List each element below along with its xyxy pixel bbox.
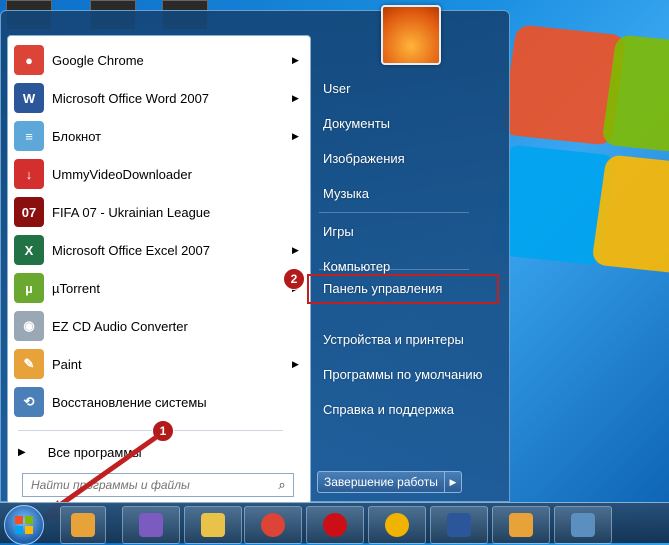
taskbar-media-player[interactable] <box>60 506 106 544</box>
taskbar-explorer[interactable] <box>184 506 242 544</box>
taskbar-chrome[interactable] <box>244 506 302 544</box>
taskbar-opera[interactable] <box>306 506 364 544</box>
taskbar-paint[interactable] <box>492 506 550 544</box>
taskbar-remote-desktop[interactable] <box>554 506 612 544</box>
word-icon <box>447 513 471 537</box>
opera-icon <box>323 513 347 537</box>
taskbar-word[interactable] <box>430 506 488 544</box>
paint-icon <box>509 513 533 537</box>
taskbar-visual-studio[interactable] <box>122 506 180 544</box>
chrome-icon <box>261 513 285 537</box>
remote-desktop-icon <box>571 513 595 537</box>
aimp-icon <box>385 513 409 537</box>
visual-studio-icon <box>139 513 163 537</box>
folder-icon <box>201 513 225 537</box>
taskbar-aimp[interactable] <box>368 506 426 544</box>
taskbar <box>0 502 669 545</box>
start-button[interactable] <box>4 505 44 545</box>
windows-flag-icon <box>15 516 33 534</box>
media-player-icon <box>71 513 95 537</box>
annotation-arrow <box>35 435 158 522</box>
